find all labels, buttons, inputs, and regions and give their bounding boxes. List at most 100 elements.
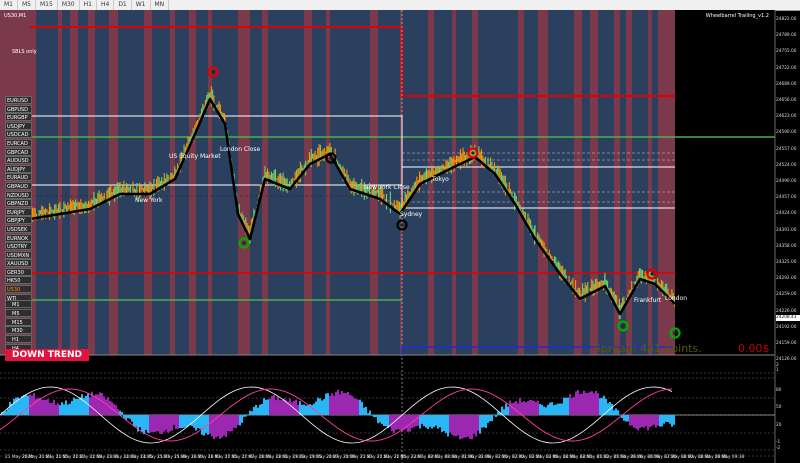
symbol-button-eurusd[interactable]: EURUSD: [5, 96, 32, 104]
oscillator-background: [0, 355, 775, 455]
symbol-button-usdtry[interactable]: USDTRY: [5, 242, 32, 251]
symbol-button-eurnok[interactable]: EURNOK: [5, 233, 32, 242]
session-label: US Equity Market: [169, 153, 221, 160]
tf-item-m1[interactable]: M1: [5, 300, 32, 308]
session-stripe: [250, 10, 262, 355]
session-label: Frankfurt: [634, 297, 662, 304]
tf-item-h1[interactable]: H1: [5, 335, 32, 344]
tf-item-m15[interactable]: M15: [5, 317, 32, 326]
pivot-dot: [621, 324, 625, 328]
pivot-dot: [400, 223, 404, 227]
session-stripe: [598, 10, 614, 355]
pivot-dot: [471, 151, 475, 155]
time-tick-label: 22 May 09:38: [714, 455, 745, 460]
session-stripe: [312, 10, 326, 355]
price-tick-label: 24126.00: [776, 357, 797, 363]
price-tick-label: 24490.00: [776, 179, 797, 184]
pivot-dot: [211, 70, 215, 74]
symbol-button-us30[interactable]: US30: [5, 285, 32, 294]
price-tick-label: 24457.00: [776, 195, 797, 201]
session-label: Tokyo: [432, 176, 449, 183]
symbol-button-audusd[interactable]: AUDUSD: [5, 156, 32, 165]
symbol-button-usdmxn[interactable]: USDMXN: [5, 250, 32, 259]
timeframe-button-mn[interactable]: MN: [151, 0, 170, 10]
symbol-button-audjpy[interactable]: AUDJPY: [5, 164, 32, 173]
price-tick-label: 24689.00: [776, 81, 797, 87]
tf-item-m5[interactable]: M5: [5, 308, 32, 317]
symbol-button-usdsek[interactable]: USDSEK: [5, 224, 32, 233]
symbol-button-usdcad[interactable]: USDCAD: [5, 130, 32, 139]
session-stripe: [478, 10, 518, 355]
symbol-button-usdjpy[interactable]: USDJPY: [5, 121, 32, 130]
symbol-list: EURUSD GBPUSD EURGBP USDJPY USDCAD EURCAD GBPC…: [5, 96, 32, 311]
symbol-button-eurcad[interactable]: EURCAD: [5, 138, 32, 147]
timeframe-button-h1[interactable]: H1: [80, 0, 97, 10]
symbol-button-nzdusd[interactable]: NZDUSD: [5, 190, 32, 199]
price-tick-label: 24822.00: [776, 17, 797, 22]
session-stripe: [456, 10, 472, 355]
session-stripe: [548, 10, 574, 355]
oscillator-level-label: -2: [776, 446, 781, 451]
price-tick-label: 24192.00: [776, 324, 797, 330]
spread-readout: Spread: 481 points.: [594, 342, 702, 355]
timeframe-button-d1[interactable]: D1: [114, 0, 132, 10]
session-label: New York: [135, 197, 163, 204]
session-stripe: [95, 10, 109, 355]
session-stripe: [582, 10, 590, 355]
session-stripe: [524, 10, 538, 355]
symbol-button-eurgbp[interactable]: EURGBP: [5, 113, 32, 122]
price-tick-label: 24325.00: [776, 260, 797, 265]
price-tick-label: 24623.00: [776, 114, 797, 120]
session-label: London Close: [220, 146, 261, 153]
session-label: New York Close: [364, 184, 410, 191]
price-tick-label: 24226.00: [776, 308, 797, 314]
symbol-button-gbpcad[interactable]: GBPCAD: [5, 147, 32, 156]
price-tick-label: 24358.00: [776, 243, 797, 249]
session-stripe: [78, 10, 88, 355]
profit-readout: 0.00$: [738, 342, 770, 355]
timeframe-button-m5[interactable]: M5: [18, 0, 36, 10]
symbol-button-gbpusd[interactable]: GBPUSD: [5, 104, 32, 113]
oscillator-level-label: 1: [776, 368, 779, 373]
timeframe-button-m30[interactable]: M30: [58, 0, 80, 10]
price-tick-label: 24656.00: [776, 98, 797, 103]
timeframe-button-m15[interactable]: M15: [36, 0, 58, 10]
indicator-name: Wheelbarrel Trailing_v1.2: [705, 13, 769, 19]
price-tick-label: 24755.00: [776, 49, 797, 55]
timeframe-button-m1[interactable]: M1: [0, 0, 18, 10]
symbol-button-euraud[interactable]: EURAUD: [5, 173, 32, 182]
session-stripe: [62, 10, 70, 355]
symbol-button-gbpnzd[interactable]: GBPNZD: [5, 199, 32, 208]
price-tick-label: 24292.00: [776, 276, 797, 282]
session-stripe: [175, 10, 189, 355]
symbol-button-eurjpy[interactable]: EURJPY: [5, 207, 32, 216]
oscillator-level-label: 20: [776, 423, 782, 428]
price-tick-label: 24524.00: [776, 162, 797, 168]
pivot-dot: [329, 156, 333, 160]
symbol-button-gbpjpy[interactable]: GBPJPY: [5, 216, 32, 225]
symbol-button-hk50[interactable]: HK50: [5, 276, 32, 285]
price-tick-label: 24391.00: [776, 227, 797, 233]
timeframe-button-h4[interactable]: H4: [97, 0, 115, 10]
price-tick-label: 24424.00: [776, 211, 797, 217]
price-tick-label: 24259.00: [776, 292, 797, 298]
symbol-button-ger30[interactable]: GER30: [5, 267, 32, 276]
trend-badge: DOWN TREND: [5, 349, 89, 361]
oscillator-level-label: 50: [776, 405, 782, 410]
session-stripe: [378, 10, 400, 355]
price-tick-label: 24159.00: [776, 341, 797, 346]
pivot-dot: [673, 331, 677, 335]
symbol-button-xauusd[interactable]: XAUUSD: [5, 259, 32, 268]
session-stripe: [118, 10, 144, 355]
session-label: London: [665, 295, 687, 302]
price-tick-label: 24722.00: [776, 65, 797, 71]
symbol-button-gbpaud[interactable]: GBPAUD: [5, 181, 32, 190]
timeframe-button-w1[interactable]: W1: [132, 0, 151, 10]
price-tick-label: 24557.00: [776, 146, 797, 152]
oscillator-level-label: -1: [776, 440, 781, 445]
price-chart[interactable]: [0, 10, 800, 463]
chart-canvas: [0, 10, 776, 463]
chart-title: US30,M1: [4, 13, 27, 19]
future-area: [675, 10, 775, 355]
tf-item-m30[interactable]: M30: [5, 326, 32, 335]
